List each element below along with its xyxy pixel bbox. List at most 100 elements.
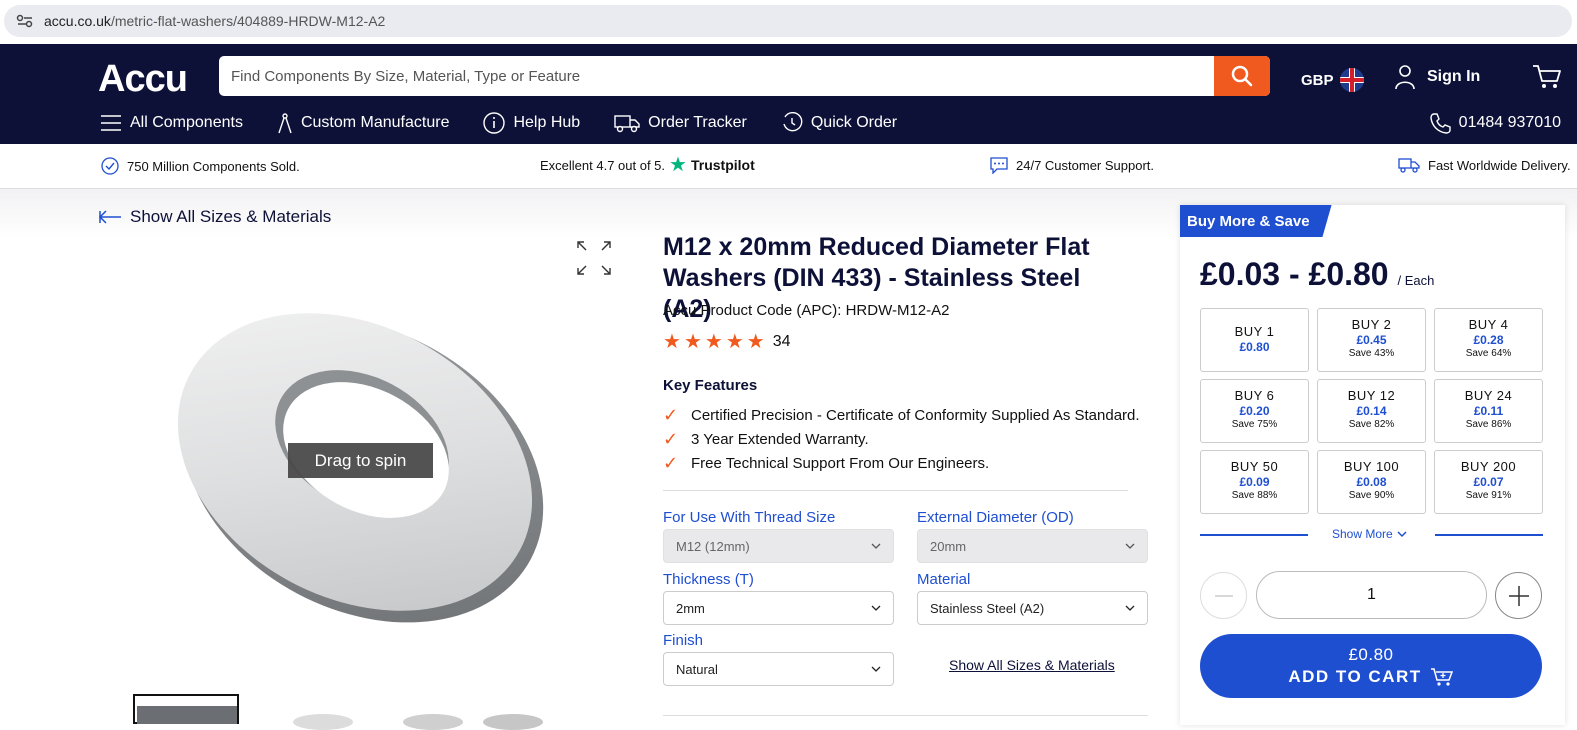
tier-option[interactable]: BUY 200 £0.07 Save 91%	[1434, 450, 1543, 514]
thumbnail-4[interactable]	[473, 694, 579, 730]
add-to-cart-button[interactable]: £0.80 ADD TO CART	[1200, 634, 1542, 698]
thickness-select[interactable]: 2mm	[663, 591, 894, 625]
user-icon	[1395, 65, 1415, 90]
nav-quick-order[interactable]: Quick Order	[781, 112, 897, 134]
nav-custom-manufacture[interactable]: Custom Manufacture	[277, 112, 449, 134]
star-icon: ★	[663, 331, 681, 353]
external-diameter-value: 20mm	[930, 538, 967, 554]
clock-icon	[783, 112, 803, 132]
checkmark-icon: ✓	[663, 428, 679, 449]
price-range-value: £0.03 - £0.80	[1200, 256, 1389, 292]
increase-quantity-button[interactable]	[1495, 572, 1542, 619]
address-bar[interactable]: accu.co.uk/metric-flat-washers/404889-HR…	[4, 5, 1572, 37]
trust-delivery: Fast Worldwide Delivery.	[1398, 157, 1571, 173]
phone-link[interactable]: 01484 937010	[1429, 112, 1561, 134]
divider	[663, 490, 1128, 491]
quantity-input[interactable]	[1256, 571, 1487, 619]
external-diameter-label: External Diameter (OD)	[917, 509, 1074, 526]
drag-to-spin-label[interactable]: Drag to spin	[288, 443, 433, 478]
external-diameter-select[interactable]: 20mm	[917, 529, 1148, 563]
show-more-label: Show More	[1332, 527, 1393, 541]
divider	[663, 715, 1148, 716]
show-all-sizes-back-link[interactable]: Show All Sizes & Materials	[98, 207, 331, 227]
thumbnail-2[interactable]	[273, 694, 379, 730]
currency-selector[interactable]: GBP	[1301, 68, 1364, 92]
cart-icon[interactable]	[1532, 64, 1562, 90]
sign-in-label: Sign In	[1427, 68, 1481, 85]
tier-price: £0.08	[1356, 475, 1387, 489]
show-more-row: Show More	[1200, 527, 1543, 545]
tier-price: £0.20	[1239, 404, 1270, 418]
divider	[1435, 534, 1543, 536]
show-all-sizes-link[interactable]: Show All Sizes & Materials	[949, 657, 1115, 673]
compass-icon	[278, 113, 292, 134]
search-icon	[1231, 65, 1253, 87]
browser-url-bar: accu.co.uk/metric-flat-washers/404889-HR…	[0, 0, 1577, 44]
trustpilot-label: Trustpilot	[690, 157, 755, 173]
feature-item: ✓ Certified Precision - Certificate of C…	[663, 403, 1140, 427]
search-bar	[219, 56, 1270, 96]
tier-option[interactable]: BUY 50 £0.09 Save 88%	[1200, 450, 1309, 514]
site-settings-icon[interactable]	[16, 14, 34, 28]
trust-sold-text: 750 Million Components Sold.	[127, 158, 300, 174]
thread-size-select[interactable]: M12 (12mm)	[663, 529, 894, 563]
thickness-label: Thickness (T)	[663, 571, 754, 588]
tier-option[interactable]: BUY 2 £0.45 Save 43%	[1317, 308, 1426, 372]
sign-in-link[interactable]: Sign In	[1395, 64, 1480, 90]
tier-option[interactable]: BUY 4 £0.28 Save 64%	[1434, 308, 1543, 372]
chevron-down-icon	[1125, 543, 1135, 549]
minus-icon	[1214, 594, 1233, 597]
tier-save: Save 64%	[1465, 348, 1512, 359]
thumbnail-image	[483, 714, 543, 730]
finish-select[interactable]: Natural	[663, 652, 894, 686]
tier-price: £0.45	[1356, 333, 1387, 347]
trust-bar: 750 Million Components Sold. Excellent 4…	[0, 144, 1577, 189]
show-more-button[interactable]: Show More	[1332, 527, 1407, 541]
thumbnail-image	[403, 714, 463, 730]
trustpilot-star-icon: ★	[669, 154, 687, 176]
tier-save: Save 86%	[1465, 419, 1512, 430]
nav-all-components[interactable]: All Components	[100, 114, 243, 132]
trust-delivery-text: Fast Worldwide Delivery.	[1428, 157, 1571, 173]
accu-logo[interactable]: Accu	[98, 58, 188, 101]
search-input[interactable]	[219, 56, 1199, 96]
cart-price: £0.80	[1348, 645, 1394, 664]
tier-option[interactable]: BUY 1 £0.80	[1200, 308, 1309, 372]
tier-save: Save 75%	[1231, 419, 1278, 430]
star-icon: ★	[746, 331, 765, 353]
tier-option[interactable]: BUY 24 £0.11 Save 86%	[1434, 379, 1543, 443]
trust-support: 24/7 Customer Support.	[990, 157, 1154, 174]
material-select[interactable]: Stainless Steel (A2)	[917, 591, 1148, 625]
trust-rating[interactable]: Excellent 4.7 out of 5. ★ Trustpilot	[540, 154, 755, 176]
nav-label: All Components	[130, 114, 243, 131]
decrease-quantity-button[interactable]	[1200, 572, 1247, 619]
material-field: Material Stainless Steel (A2)	[917, 571, 1148, 625]
nav-order-tracker[interactable]: Order Tracker	[614, 113, 747, 133]
product-rating[interactable]: ★ ★ ★ ★ ★ 34	[663, 332, 790, 352]
tier-qty: BUY 4	[1468, 317, 1509, 332]
tier-save: Save 90%	[1348, 490, 1395, 501]
truck-icon	[614, 115, 640, 133]
tier-price: £0.11	[1473, 404, 1504, 418]
tier-option[interactable]: BUY 100 £0.08 Save 90%	[1317, 450, 1426, 514]
main-nav: All Components Custom Manufacture Help H…	[100, 112, 931, 134]
back-link-label: Show All Sizes & Materials	[130, 207, 332, 226]
trust-support-text: 24/7 Customer Support.	[1016, 158, 1155, 173]
key-features-title: Key Features	[663, 377, 758, 394]
thumbnail-1[interactable]	[133, 694, 239, 724]
nav-label: Order Tracker	[648, 114, 747, 131]
review-count: 34	[772, 333, 791, 350]
finish-value: Natural	[676, 661, 718, 677]
search-button[interactable]	[1214, 56, 1270, 96]
trust-sold: 750 Million Components Sold.	[101, 157, 300, 175]
tier-save: Save 43%	[1348, 348, 1395, 359]
menu-icon	[101, 115, 121, 131]
tier-option[interactable]: BUY 12 £0.14 Save 82%	[1317, 379, 1426, 443]
nav-help-hub[interactable]: Help Hub	[483, 112, 580, 134]
thickness-field: Thickness (T) 2mm	[663, 571, 894, 625]
tier-qty: BUY 1	[1234, 324, 1275, 339]
price-range: £0.03 - £0.80 / Each	[1200, 256, 1434, 293]
tier-option[interactable]: BUY 6 £0.20 Save 75%	[1200, 379, 1309, 443]
expand-icon[interactable]	[576, 240, 612, 276]
feature-item: ✓ Free Technical Support From Our Engine…	[663, 451, 1140, 475]
